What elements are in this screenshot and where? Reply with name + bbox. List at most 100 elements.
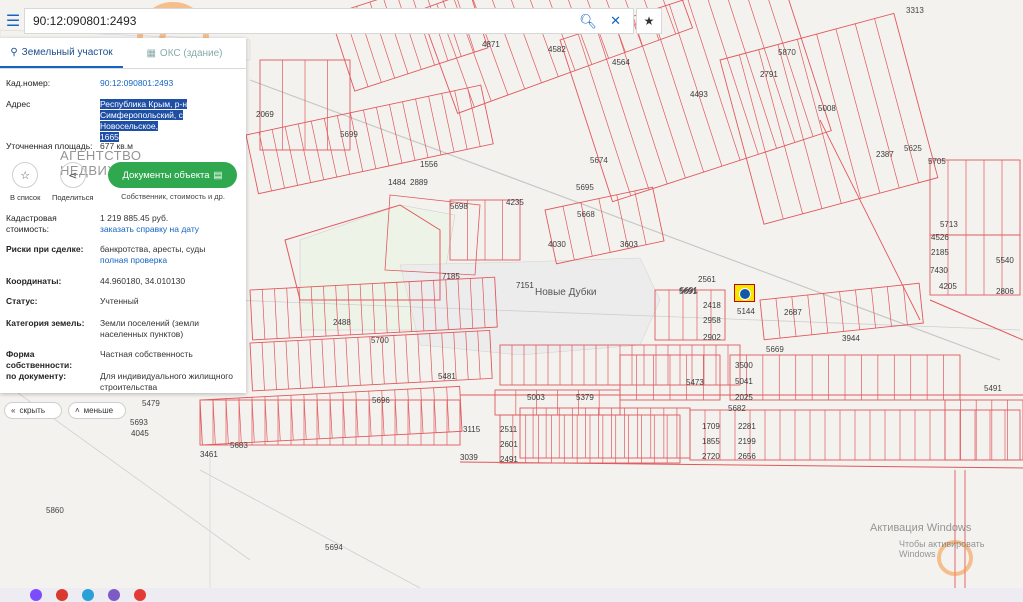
full-check-link[interactable]: полная проверка — [100, 255, 167, 265]
hide-panel-button[interactable]: « скрыть — [4, 402, 62, 419]
button-label: скрыть — [19, 406, 45, 415]
plot-label: 2488 — [333, 318, 351, 327]
yandex-browser-icon[interactable] — [134, 589, 146, 601]
collapse-panel-button[interactable]: ˄ меньше — [68, 402, 126, 419]
road-label: 5625 — [904, 144, 922, 153]
plot-label: 5041 — [735, 377, 753, 386]
plot-label: 2185 — [931, 248, 949, 257]
address-value[interactable]: Республика Крым, р-н Симферопольский, с … — [100, 99, 240, 143]
field-label: Адрес — [6, 99, 31, 109]
plot-label: 2806 — [996, 287, 1014, 296]
field-label: Уточненная площадь: — [6, 141, 93, 151]
windows-activation-title: Активация Windows — [870, 522, 972, 534]
plot-label: 2025 — [735, 393, 753, 402]
road-label: 5698 — [450, 202, 468, 211]
windows-activation-subtitle: Чтобы активировать Windows — [899, 539, 985, 559]
documents-subtitle: Собственник, стоимость и др. — [121, 192, 225, 201]
field-category: Категория земель: Земли поселений (земли… — [6, 318, 242, 340]
document-icon: ▤ — [213, 169, 223, 181]
field-cad-cost: Кадастровая стоимость: 1 219 885.45 руб.… — [6, 213, 242, 235]
plot-label: 4582 — [548, 45, 566, 54]
star-icon[interactable]: ★ — [636, 8, 662, 34]
menu-icon[interactable]: ☰ — [0, 8, 26, 34]
share-button[interactable]: ⋖ Поделиться — [52, 162, 93, 202]
road-label: 5479 — [142, 399, 160, 408]
coords-value: 44.960180, 34.010130 — [100, 276, 186, 286]
road-label: 5674 — [590, 156, 608, 165]
plot-label: 1484 — [388, 178, 406, 187]
road-label: 3313 — [906, 6, 924, 15]
plot-label: 3500 — [735, 361, 753, 370]
field-label: Риски при сделке: — [6, 244, 84, 254]
plot-label: 1556 — [420, 160, 438, 169]
plot-label: 1709 — [702, 422, 720, 431]
plot-label: 2511 — [500, 425, 518, 434]
road-label: 5491 — [984, 384, 1002, 393]
plot-label: 5144 — [737, 307, 755, 316]
order-certificate-link[interactable]: заказать справку на дату — [100, 224, 199, 234]
action-label: В список — [10, 193, 41, 202]
tab-building[interactable]: ▦ ОКС (здание) — [123, 38, 246, 68]
plot-label: 5540 — [996, 256, 1014, 265]
document-value: Для индивидуального жилищного строительс… — [100, 371, 233, 392]
plot-label: 3115 — [463, 425, 481, 434]
plot-label: 2069 — [256, 110, 274, 119]
plot-label: 5003 — [527, 393, 545, 402]
chevron-up-icon: ˄ — [75, 406, 80, 415]
plot-label: 5473 — [686, 378, 704, 387]
field-risks: Риски при сделке: банкротства, аресты, с… — [6, 244, 242, 266]
search-icon[interactable]: 🔍︎ — [579, 13, 597, 30]
search-box[interactable]: 🔍︎ ✕ — [24, 8, 634, 34]
opera-icon[interactable] — [56, 589, 68, 601]
tab-land-plot[interactable]: ⚲ Земельный участок — [0, 38, 123, 68]
road-label: 5694 — [325, 543, 343, 552]
add-to-list-button[interactable]: ☆ В список — [10, 162, 40, 202]
telegram-icon[interactable] — [82, 589, 94, 601]
tab-label: ОКС (здание) — [159, 47, 223, 59]
plot-label: 3461 — [200, 450, 218, 459]
road-label: 5668 — [577, 210, 595, 219]
plot-label: 7151 — [516, 281, 534, 290]
plot-label: 4045 — [131, 429, 149, 438]
action-label: Поделиться — [52, 193, 94, 202]
road-label: 5870 — [778, 48, 796, 57]
risks-text: банкротства, аресты, суды — [100, 244, 206, 254]
location-marker-icon[interactable] — [739, 288, 751, 300]
button-label: Документы объекта — [122, 169, 210, 181]
search-input[interactable] — [25, 13, 575, 29]
alice-icon[interactable] — [30, 589, 42, 601]
road-label: 5705 — [928, 157, 946, 166]
field-coords: Координаты: 44.960180, 34.010130 — [6, 276, 242, 287]
road-label: 5695 — [576, 183, 594, 192]
tab-label: Земельный участок — [21, 46, 113, 58]
field-label: по документу: — [6, 371, 67, 381]
plot-label: 2561 — [698, 275, 716, 284]
plot-label: 2958 — [703, 316, 721, 325]
cad-number-value[interactable]: 90:12:090801:2493 — [100, 78, 240, 89]
address-line: Симферопольский, с Новосельское, — [100, 110, 183, 131]
field-label: Форма собственности: — [6, 349, 73, 370]
plot-label: 2656 — [738, 452, 756, 461]
documents-button[interactable]: Документы объекта ▤ — [108, 162, 237, 188]
risks-value: банкротства, аресты, суды полная проверк… — [100, 244, 240, 266]
building-icon: ▦ — [146, 47, 156, 59]
field-cad-number: Кад.номер: 90:12:090801:2493 — [6, 78, 242, 89]
plot-label: 5481 — [438, 372, 456, 381]
plot-label: 4493 — [690, 90, 708, 99]
plot-label: 4564 — [612, 58, 630, 67]
top-bar: ☰ 🔍︎ ✕ ★ — [0, 8, 662, 34]
plot-label: 1855 — [702, 437, 720, 446]
plot-label: 2889 — [410, 178, 428, 187]
road-label: 5693 — [130, 418, 148, 427]
field-address: Адрес Республика Крым, р-н Симферопольск… — [6, 99, 242, 143]
plot-label: 5379 — [576, 393, 594, 402]
plot-label: 3603 — [620, 240, 638, 249]
viber-icon[interactable] — [108, 589, 120, 601]
share-icon: ⋖ — [59, 162, 86, 188]
plot-label: 2491 — [500, 455, 518, 464]
road-label: 5691 — [680, 286, 698, 295]
plot-label: 2720 — [702, 452, 720, 461]
plot-label: 5008 — [818, 104, 836, 113]
close-icon[interactable]: ✕ — [610, 13, 621, 29]
plot-label: 4871 — [482, 40, 500, 49]
